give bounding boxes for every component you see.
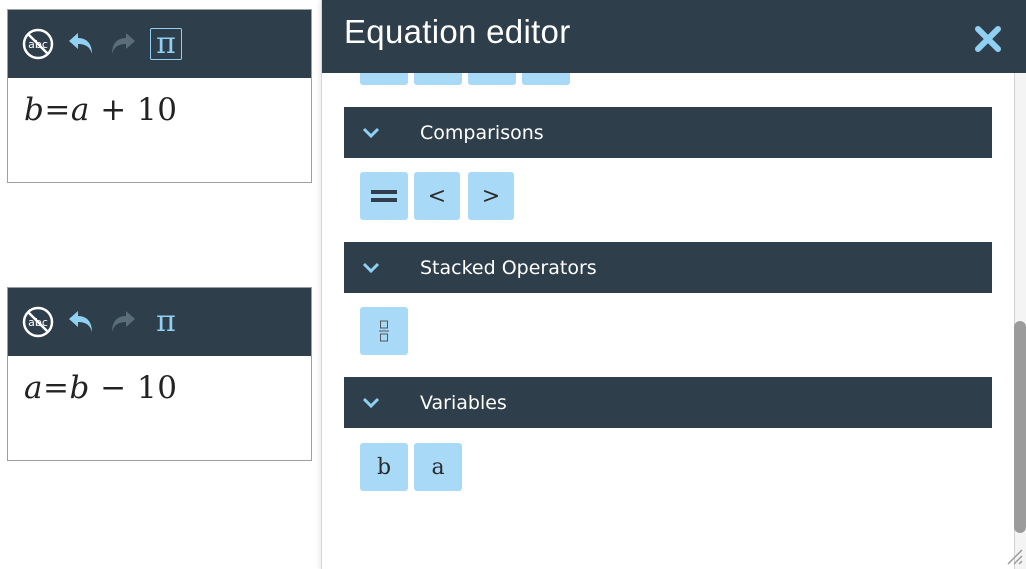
answer-toolbar: abc π bbox=[8, 10, 311, 78]
number: 10 bbox=[137, 370, 178, 406]
greater-than-key[interactable]: > bbox=[468, 172, 514, 220]
editor-header: Equation editor bbox=[322, 0, 1026, 73]
redo-icon[interactable] bbox=[108, 30, 138, 58]
variable: b bbox=[24, 92, 45, 128]
answer-box-2[interactable]: abc π a=b − 10 bbox=[7, 287, 312, 461]
operator: + bbox=[100, 92, 127, 128]
variable-a-key[interactable]: a bbox=[414, 443, 462, 491]
operator: = bbox=[42, 370, 70, 406]
section-comparisons[interactable]: Comparisons bbox=[344, 107, 992, 158]
pi-button[interactable]: π bbox=[150, 306, 182, 338]
section-stacked-operators[interactable]: Stacked Operators bbox=[344, 242, 992, 293]
equals-key[interactable] bbox=[360, 172, 408, 220]
chevron-down-icon bbox=[362, 262, 380, 273]
fraction-icon bbox=[379, 320, 389, 342]
close-icon[interactable] bbox=[974, 25, 1002, 53]
undo-icon[interactable] bbox=[66, 308, 96, 336]
spellcheck-off-icon[interactable]: abc bbox=[22, 306, 54, 338]
pi-button[interactable]: π bbox=[150, 28, 182, 60]
answer-toolbar: abc π bbox=[8, 288, 311, 356]
palette-key[interactable] bbox=[468, 73, 516, 85]
variable: b bbox=[69, 370, 90, 406]
redo-icon[interactable] bbox=[108, 308, 138, 336]
undo-icon[interactable] bbox=[66, 30, 96, 58]
editor-title: Equation editor bbox=[344, 13, 571, 50]
palette-key[interactable] bbox=[522, 73, 570, 85]
operator: = bbox=[44, 92, 71, 128]
less-than-key[interactable]: < bbox=[414, 172, 460, 220]
editor-palette: Comparisons < > Stacked Operators Variab… bbox=[322, 73, 1015, 569]
variable: a bbox=[24, 370, 43, 406]
palette-key[interactable] bbox=[360, 73, 408, 85]
equation-editor-panel: Equation editor Comparisons < > Stacked … bbox=[321, 0, 1026, 569]
operator: − bbox=[100, 370, 127, 406]
variable-b-key[interactable]: b bbox=[360, 443, 408, 491]
answer-box-1[interactable]: abc π b=a + 10 bbox=[7, 9, 312, 183]
spellcheck-off-icon[interactable]: abc bbox=[22, 28, 54, 60]
fraction-key[interactable] bbox=[360, 307, 408, 355]
variable: a bbox=[70, 92, 90, 128]
scrollbar-thumb[interactable] bbox=[1014, 321, 1026, 533]
chevron-down-icon bbox=[362, 397, 380, 408]
section-label: Stacked Operators bbox=[420, 256, 597, 279]
resize-grip-icon[interactable] bbox=[1002, 544, 1024, 566]
section-label: Variables bbox=[420, 391, 507, 414]
palette-key[interactable] bbox=[414, 73, 462, 85]
chevron-down-icon bbox=[362, 127, 380, 138]
math-expression[interactable]: a=b − 10 bbox=[8, 356, 311, 460]
number: 10 bbox=[137, 92, 178, 128]
math-expression[interactable]: b=a + 10 bbox=[8, 78, 311, 182]
section-label: Comparisons bbox=[420, 121, 544, 144]
section-variables[interactable]: Variables bbox=[344, 377, 992, 428]
